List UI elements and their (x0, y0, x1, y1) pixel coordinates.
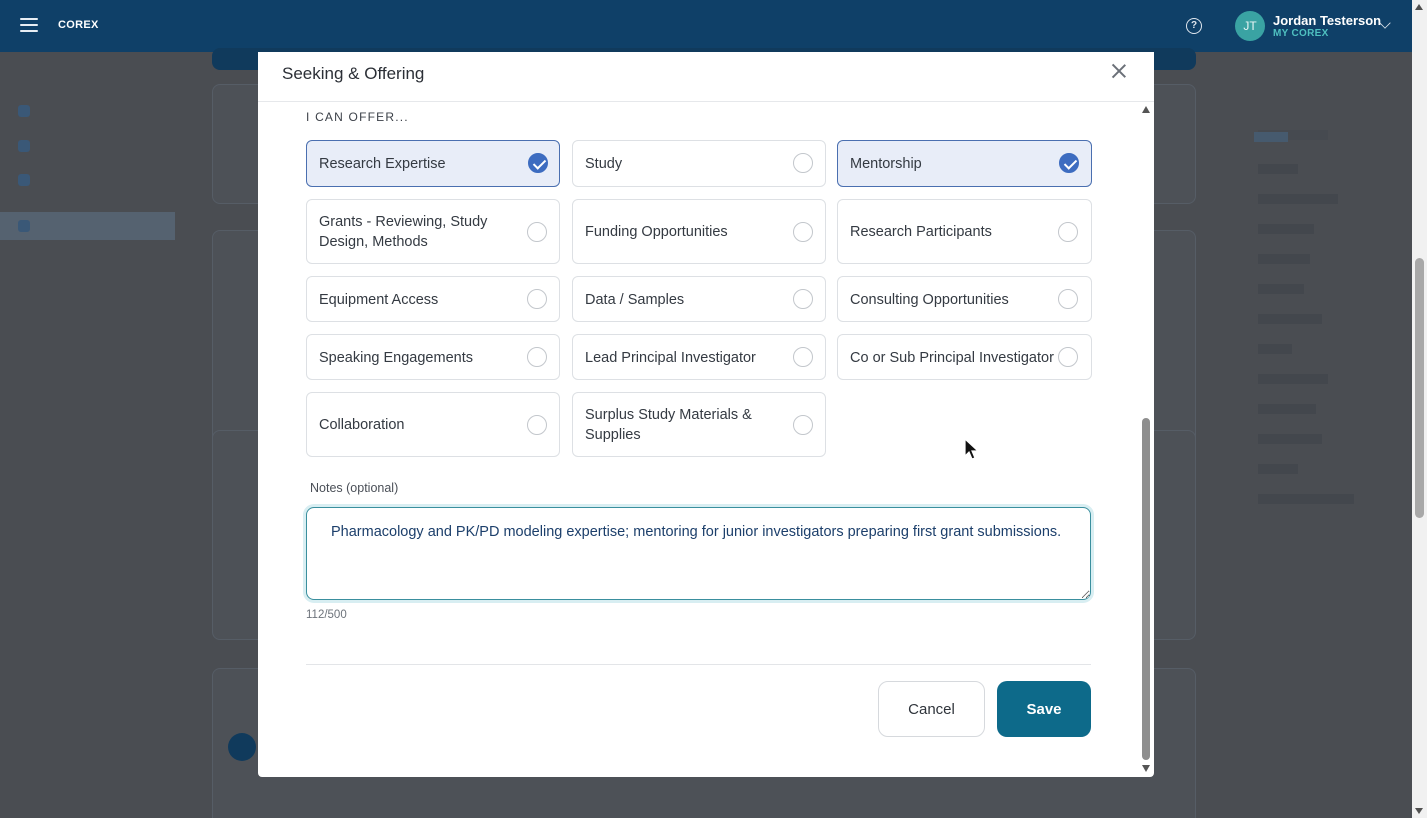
option-research-expertise[interactable]: Research Expertise (306, 140, 560, 187)
option-surplus-study-materials[interactable]: Surplus Study Materials & Supplies (572, 392, 826, 457)
notes-label: Notes (optional) (310, 481, 399, 495)
checkbox-icon[interactable] (527, 222, 547, 242)
scroll-down-arrow-icon[interactable] (1415, 808, 1423, 814)
checkbox-icon[interactable] (793, 415, 813, 435)
option-label: Consulting Opportunities (850, 292, 1009, 308)
checkbox-icon[interactable] (528, 153, 548, 173)
option-label: Collaboration (319, 417, 405, 433)
user-name[interactable]: Jordan Testerson (1273, 13, 1381, 28)
brand-logo[interactable]: COREX (58, 19, 99, 31)
character-count: 112/500 (306, 609, 347, 621)
modal-header: Seeking & Offering (258, 52, 1154, 102)
modal-title: Seeking & Offering (282, 64, 425, 83)
scroll-down-arrow-icon[interactable] (1142, 765, 1150, 772)
modal-scrollbar-thumb[interactable] (1142, 418, 1150, 760)
page-scrollbar-thumb[interactable] (1415, 258, 1424, 518)
background-avatar (228, 733, 256, 761)
background-right-item (1258, 434, 1322, 444)
background-right-item (1258, 374, 1328, 384)
background-right-item (1258, 314, 1322, 324)
checkbox-icon[interactable] (1058, 289, 1078, 309)
background-right-item (1258, 224, 1314, 234)
checkbox-icon[interactable] (527, 289, 547, 309)
option-equipment-access[interactable]: Equipment Access (306, 276, 560, 322)
option-label: Funding Opportunities (585, 224, 728, 240)
option-label: Study (585, 156, 623, 172)
option-collaboration[interactable]: Collaboration (306, 392, 560, 457)
checkbox-icon[interactable] (793, 347, 813, 367)
page-scrollbar[interactable] (1412, 0, 1427, 818)
checkbox-icon[interactable] (1059, 153, 1079, 173)
option-funding-opportunities[interactable]: Funding Opportunities (572, 199, 826, 264)
checkbox-icon[interactable] (793, 289, 813, 309)
notes-textarea[interactable]: Pharmacology and PK/PD modeling expertis… (306, 507, 1091, 600)
checkbox-icon[interactable] (1058, 347, 1078, 367)
option-label: Speaking Engagements (319, 350, 473, 366)
scroll-up-arrow-icon[interactable] (1415, 4, 1423, 10)
checkbox-icon[interactable] (527, 415, 547, 435)
option-label: Equipment Access (319, 292, 439, 308)
background-nav-item (18, 137, 30, 155)
background-nav-item (18, 102, 30, 120)
background-right-item (1258, 254, 1310, 264)
option-label: Mentorship (850, 156, 922, 172)
seeking-offering-modal: Seeking & Offering I CAN OFFER... Resear… (258, 52, 1154, 777)
scroll-up-arrow-icon[interactable] (1142, 106, 1150, 113)
checkbox-icon[interactable] (793, 222, 813, 242)
mouse-cursor-icon (964, 438, 980, 460)
cancel-button[interactable]: Cancel (878, 681, 985, 737)
option-consulting-opportunities[interactable]: Consulting Opportunities (837, 276, 1092, 322)
checkbox-icon[interactable] (793, 153, 813, 173)
background-nav-item-active (0, 212, 175, 240)
background-sidebar (0, 52, 175, 818)
option-label: Research Participants (850, 224, 992, 240)
option-label: Grants - Reviewing, Study Design, Method… (319, 214, 488, 250)
save-button[interactable]: Save (997, 681, 1091, 737)
user-subtitle[interactable]: MY COREX (1273, 28, 1329, 39)
option-label: Lead Principal Investigator (585, 350, 756, 366)
help-icon[interactable]: ? (1186, 18, 1202, 34)
close-icon[interactable] (1110, 62, 1128, 80)
option-grants-reviewing[interactable]: Grants - Reviewing, Study Design, Method… (306, 199, 560, 264)
section-label: I CAN OFFER... (306, 110, 409, 124)
avatar[interactable]: JT (1235, 11, 1265, 41)
background-right-item (1258, 284, 1304, 294)
option-mentorship[interactable]: Mentorship (837, 140, 1092, 187)
option-label: Data / Samples (585, 292, 685, 308)
option-label: Co or Sub Principal Investigator (850, 350, 1054, 366)
option-label: Research Expertise (319, 156, 446, 172)
background-nav-item (18, 171, 30, 189)
modal-scrollbar[interactable] (1138, 102, 1154, 777)
option-research-participants[interactable]: Research Participants (837, 199, 1092, 264)
option-data-samples[interactable]: Data / Samples (572, 276, 826, 322)
background-right-item (1258, 194, 1338, 204)
option-lead-principal-investigator[interactable]: Lead Principal Investigator (572, 334, 826, 380)
background-right-item (1254, 132, 1288, 142)
background-right-item (1258, 464, 1298, 474)
checkbox-icon[interactable] (1058, 222, 1078, 242)
option-label: Surplus Study Materials & Supplies (585, 407, 752, 443)
option-study[interactable]: Study (572, 140, 826, 187)
background-right-item (1258, 494, 1354, 504)
background-right-item (1258, 404, 1316, 414)
background-right-item (1258, 344, 1292, 354)
option-co-sub-principal-investigator[interactable]: Co or Sub Principal Investigator (837, 334, 1092, 380)
background-right-nav (1240, 52, 1410, 818)
divider (306, 664, 1091, 665)
option-speaking-engagements[interactable]: Speaking Engagements (306, 334, 560, 380)
background-right-item (1258, 164, 1298, 174)
menu-icon[interactable] (20, 18, 38, 32)
top-navigation-bar: COREX ? JT Jordan Testerson MY COREX (0, 0, 1412, 52)
checkbox-icon[interactable] (527, 347, 547, 367)
